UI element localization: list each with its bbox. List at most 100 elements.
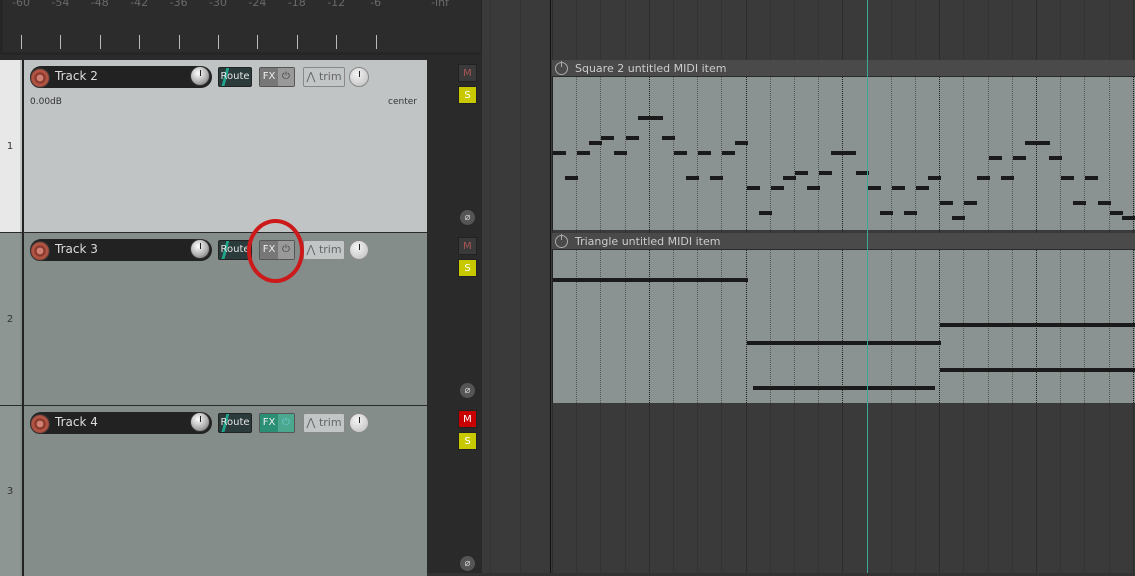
midi-note	[625, 136, 639, 140]
grid-line	[1060, 77, 1062, 230]
record-arm-button[interactable]	[30, 68, 50, 88]
midi-item[interactable]: Square 2 untitled MIDI item	[552, 60, 1135, 230]
midi-note	[831, 151, 857, 155]
solo-button[interactable]: S	[458, 259, 477, 277]
midi-note	[710, 176, 724, 180]
midi-note	[553, 151, 567, 155]
fx-button[interactable]: FX ⏻	[259, 67, 295, 87]
grid-line	[648, 77, 650, 230]
meter-tick	[218, 35, 219, 49]
meter-label: -48	[90, 0, 109, 9]
route-button[interactable]: Route	[218, 67, 252, 87]
midi-note	[952, 216, 966, 220]
playhead-cursor[interactable]	[867, 0, 868, 573]
fx-power-icon[interactable]: ⏻	[278, 414, 294, 432]
midi-note	[1073, 201, 1087, 205]
meter-tick	[178, 35, 180, 49]
record-arm-button[interactable]	[30, 414, 50, 434]
midi-item[interactable]: Triangle untitled MIDI item	[552, 233, 1135, 403]
pan-knob[interactable]	[349, 67, 369, 87]
grid-line	[987, 77, 989, 230]
midi-notes-area	[552, 250, 1135, 403]
midi-note	[819, 171, 833, 175]
midi-note	[752, 386, 936, 390]
grid-line	[915, 250, 916, 403]
solo-button[interactable]: S	[458, 432, 477, 450]
solo-button[interactable]: S	[458, 86, 477, 104]
track-1[interactable]: 1 Track 2 Route FX ⏻ ⋀ trim 0.00dB center	[0, 60, 427, 232]
midi-note	[940, 201, 954, 205]
midi-note	[589, 141, 603, 145]
automation-trim-button[interactable]: ⋀ trim	[303, 413, 345, 433]
midi-note	[686, 176, 700, 180]
midi-note	[795, 171, 809, 175]
phase-invert-button[interactable]: ⌀	[460, 556, 475, 571]
grid-line	[520, 0, 521, 573]
midi-note	[1085, 176, 1099, 180]
highlight-circle	[247, 219, 304, 283]
midi-note	[1049, 156, 1063, 160]
midi-note	[746, 341, 942, 345]
automation-trim-button[interactable]: ⋀ trim	[303, 240, 345, 260]
item-power-icon[interactable]	[555, 234, 568, 248]
route-button[interactable]: Route	[218, 413, 252, 433]
volume-knob[interactable]	[190, 239, 210, 259]
track-2[interactable]: 2 Track 3 Route FX ⏻ ⋀ trim	[0, 233, 427, 405]
mute-button[interactable]: M	[458, 410, 477, 428]
trim-label: trim	[318, 70, 342, 83]
grid-line	[600, 77, 602, 230]
item-power-icon[interactable]	[555, 61, 568, 75]
grid-line	[818, 250, 820, 403]
midi-note	[1097, 201, 1111, 205]
grid-line	[552, 250, 553, 403]
pan-knob[interactable]	[349, 240, 369, 260]
arrange-view[interactable]: Square 2 untitled MIDI item Triangle unti…	[482, 0, 1135, 573]
midi-note	[734, 141, 748, 145]
grid-line	[794, 77, 795, 230]
grid-line	[697, 250, 699, 403]
midi-note	[964, 201, 978, 205]
midi-note	[1024, 141, 1051, 145]
grid-line	[963, 77, 965, 230]
midi-note	[1109, 211, 1123, 215]
midi-note	[782, 176, 796, 180]
envelope-icon: ⋀	[306, 416, 319, 429]
midi-note	[988, 156, 1002, 160]
meter-label: -12	[327, 0, 346, 9]
midi-note	[928, 176, 942, 180]
pan-knob[interactable]	[349, 413, 369, 433]
fx-power-icon[interactable]: ⏻	[278, 68, 294, 86]
mute-button[interactable]: M	[458, 64, 477, 82]
meter-label: -24	[248, 0, 267, 9]
midi-note	[940, 368, 1135, 372]
phase-invert-button[interactable]: ⌀	[460, 383, 475, 398]
track-3[interactable]: 3 Track 4 Route FX ⏻ ⋀ trim	[0, 406, 427, 576]
master-meter-scale: -60 -54 -48 -42 -36 -30 -24 -18 -12 -6 -inf	[0, 0, 482, 55]
record-arm-button[interactable]	[30, 241, 50, 261]
mute-button[interactable]: M	[458, 237, 477, 255]
meter-label: -54	[51, 0, 70, 9]
meter-tick	[336, 35, 338, 49]
item-header: Triangle untitled MIDI item	[552, 233, 1135, 250]
midi-notes-area	[552, 77, 1135, 230]
volume-knob[interactable]	[190, 66, 210, 86]
automation-trim-button[interactable]: ⋀ trim	[303, 67, 345, 87]
midi-note	[879, 211, 893, 215]
grid-line	[673, 250, 674, 403]
fx-button[interactable]: FX ⏻	[259, 413, 295, 433]
volume-knob[interactable]	[190, 412, 210, 432]
meter-tick	[257, 35, 259, 49]
midi-note	[1061, 176, 1075, 180]
grid-line	[769, 250, 771, 403]
meter-tick	[139, 35, 141, 49]
trim-label: trim	[318, 243, 342, 256]
midi-note	[722, 151, 736, 155]
grid-line	[600, 250, 602, 403]
grid-line	[745, 250, 747, 403]
grid-line	[745, 77, 747, 230]
volume-readout: 0.00dB	[30, 97, 62, 107]
midi-note	[891, 186, 905, 190]
phase-invert-button[interactable]: ⌀	[460, 210, 475, 225]
track-body: Track 3 Route FX ⏻ ⋀ trim	[22, 233, 427, 405]
midi-note	[916, 186, 930, 190]
